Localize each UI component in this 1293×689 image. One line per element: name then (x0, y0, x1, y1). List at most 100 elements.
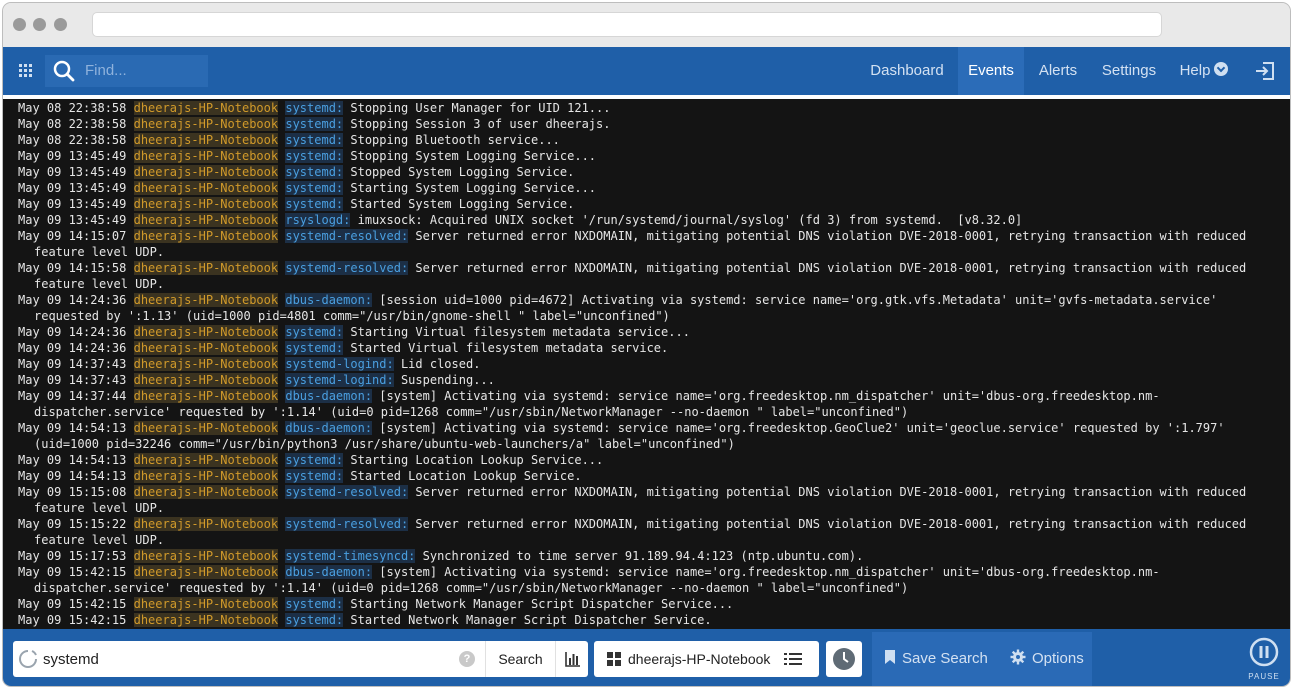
nav-alerts[interactable]: Alerts (1027, 47, 1089, 95)
help-icon[interactable]: ? (459, 651, 475, 667)
log-timestamp: May 09 14:24:36 (18, 293, 127, 307)
log-program[interactable]: dbus-daemon: (285, 565, 373, 579)
log-line: May 09 13:45:49 dheerajs-HP-Notebook sys… (18, 180, 1283, 196)
log-program[interactable]: systemd-timesyncd: (285, 549, 416, 563)
log-host[interactable]: dheerajs-HP-Notebook (133, 549, 279, 563)
apps-grid-icon[interactable] (13, 61, 39, 81)
log-host[interactable]: dheerajs-HP-Notebook (133, 517, 279, 531)
log-host[interactable]: dheerajs-HP-Notebook (133, 229, 279, 243)
pause-button[interactable]: PAUSE (1243, 637, 1285, 683)
find-search-box[interactable]: Find... (45, 55, 208, 87)
log-line: May 09 15:42:15 dheerajs-HP-Notebook sys… (18, 612, 1283, 628)
log-program[interactable]: systemd-resolved: (285, 485, 409, 499)
event-log[interactable]: May 08 22:38:58 dheerajs-HP-Notebook sys… (3, 99, 1290, 629)
log-program[interactable]: systemd: (285, 469, 344, 483)
log-program[interactable]: systemd: (285, 325, 344, 339)
log-message: Started Network Manager Script Dispatche… (350, 613, 712, 627)
log-timestamp: May 09 13:45:49 (18, 181, 127, 195)
log-line: May 09 14:54:13 dheerajs-HP-Notebook sys… (18, 468, 1283, 484)
log-message: Suspending... (400, 373, 495, 387)
log-host[interactable]: dheerajs-HP-Notebook (133, 373, 279, 387)
log-host[interactable]: dheerajs-HP-Notebook (133, 165, 279, 179)
search-button[interactable]: Search (485, 641, 555, 677)
log-program[interactable]: systemd: (285, 165, 344, 179)
log-program[interactable]: systemd-resolved: (285, 229, 409, 243)
nav-settings[interactable]: Settings (1091, 47, 1167, 95)
log-line: May 09 15:42:15 dheerajs-HP-Notebook dbu… (18, 564, 1283, 596)
loading-spinner-icon (19, 650, 37, 668)
log-program[interactable]: systemd: (285, 133, 344, 147)
log-timestamp: May 09 15:42:15 (18, 597, 127, 611)
log-line: May 09 14:37:44 dheerajs-HP-Notebook dbu… (18, 388, 1283, 420)
bookmark-icon (885, 650, 895, 664)
log-host[interactable]: dheerajs-HP-Notebook (133, 613, 279, 627)
host-filter[interactable]: dheerajs-HP-Notebook (594, 641, 819, 677)
log-line: May 09 14:24:36 dheerajs-HP-Notebook sys… (18, 340, 1283, 356)
log-host[interactable]: dheerajs-HP-Notebook (133, 597, 279, 611)
log-host[interactable]: dheerajs-HP-Notebook (133, 421, 279, 435)
log-host[interactable]: dheerajs-HP-Notebook (133, 453, 279, 467)
log-message: Stopped System Logging Service. (350, 165, 575, 179)
log-host[interactable]: dheerajs-HP-Notebook (133, 149, 279, 163)
log-program[interactable]: systemd: (285, 197, 344, 211)
log-program[interactable]: dbus-daemon: (285, 293, 373, 307)
nav-dashboard[interactable]: Dashboard (859, 47, 955, 95)
log-program[interactable]: dbus-daemon: (285, 389, 373, 403)
log-program[interactable]: systemd: (285, 181, 344, 195)
close-window-dot[interactable] (13, 18, 26, 31)
log-host[interactable]: dheerajs-HP-Notebook (133, 261, 279, 275)
log-host[interactable]: dheerajs-HP-Notebook (133, 101, 279, 115)
log-program[interactable]: systemd: (285, 453, 344, 467)
options-button[interactable]: Options (1010, 632, 1084, 686)
log-host[interactable]: dheerajs-HP-Notebook (133, 325, 279, 339)
nav-help[interactable]: Help (1169, 47, 1239, 95)
log-timestamp: May 09 14:37:43 (18, 373, 127, 387)
log-message: Started Location Lookup Service. (350, 469, 582, 483)
log-program[interactable]: rsyslogd: (285, 213, 351, 227)
log-program[interactable]: systemd: (285, 341, 344, 355)
log-host[interactable]: dheerajs-HP-Notebook (133, 341, 279, 355)
log-line: May 08 22:38:58 dheerajs-HP-Notebook sys… (18, 100, 1283, 116)
save-search-button[interactable]: Save Search (884, 632, 988, 686)
log-line: May 09 14:15:07 dheerajs-HP-Notebook sys… (18, 228, 1283, 260)
log-line: May 09 13:45:49 dheerajs-HP-Notebook sys… (18, 196, 1283, 212)
log-program[interactable]: systemd-resolved: (285, 261, 409, 275)
log-line: May 09 14:37:43 dheerajs-HP-Notebook sys… (18, 356, 1283, 372)
log-timestamp: May 09 13:45:49 (18, 197, 127, 211)
log-host[interactable]: dheerajs-HP-Notebook (133, 389, 279, 403)
query-input[interactable] (43, 641, 453, 677)
log-line: May 09 15:17:53 dheerajs-HP-Notebook sys… (18, 548, 1283, 564)
log-message: Started System Logging Service. (350, 197, 575, 211)
log-program[interactable]: systemd: (285, 597, 344, 611)
log-program[interactable]: systemd: (285, 101, 344, 115)
log-timestamp: May 08 22:38:58 (18, 133, 127, 147)
log-host[interactable]: dheerajs-HP-Notebook (133, 485, 279, 499)
log-program[interactable]: systemd: (285, 117, 344, 131)
minimize-window-dot[interactable] (33, 18, 46, 31)
log-host[interactable]: dheerajs-HP-Notebook (133, 133, 279, 147)
histogram-button[interactable] (555, 641, 588, 677)
log-host[interactable]: dheerajs-HP-Notebook (133, 181, 279, 195)
address-bar[interactable] (92, 12, 1162, 37)
list-icon[interactable] (784, 652, 802, 666)
log-program[interactable]: systemd-resolved: (285, 517, 409, 531)
log-host[interactable]: dheerajs-HP-Notebook (133, 293, 279, 307)
log-program[interactable]: systemd-logind: (285, 357, 394, 371)
log-host[interactable]: dheerajs-HP-Notebook (133, 213, 279, 227)
log-program[interactable]: systemd: (285, 613, 344, 627)
log-timestamp: May 09 14:15:07 (18, 229, 127, 243)
logout-icon[interactable] (1253, 60, 1277, 82)
find-placeholder: Find... (85, 62, 127, 79)
time-range-button[interactable] (826, 641, 862, 677)
log-host[interactable]: dheerajs-HP-Notebook (133, 117, 279, 131)
log-program[interactable]: systemd-logind: (285, 373, 394, 387)
log-timestamp: May 09 14:54:13 (18, 469, 127, 483)
log-host[interactable]: dheerajs-HP-Notebook (133, 197, 279, 211)
log-program[interactable]: dbus-daemon: (285, 421, 373, 435)
log-program[interactable]: systemd: (285, 149, 344, 163)
log-host[interactable]: dheerajs-HP-Notebook (133, 469, 279, 483)
nav-events[interactable]: Events (958, 47, 1024, 95)
maximize-window-dot[interactable] (54, 18, 67, 31)
log-host[interactable]: dheerajs-HP-Notebook (133, 357, 279, 371)
log-host[interactable]: dheerajs-HP-Notebook (133, 565, 279, 579)
